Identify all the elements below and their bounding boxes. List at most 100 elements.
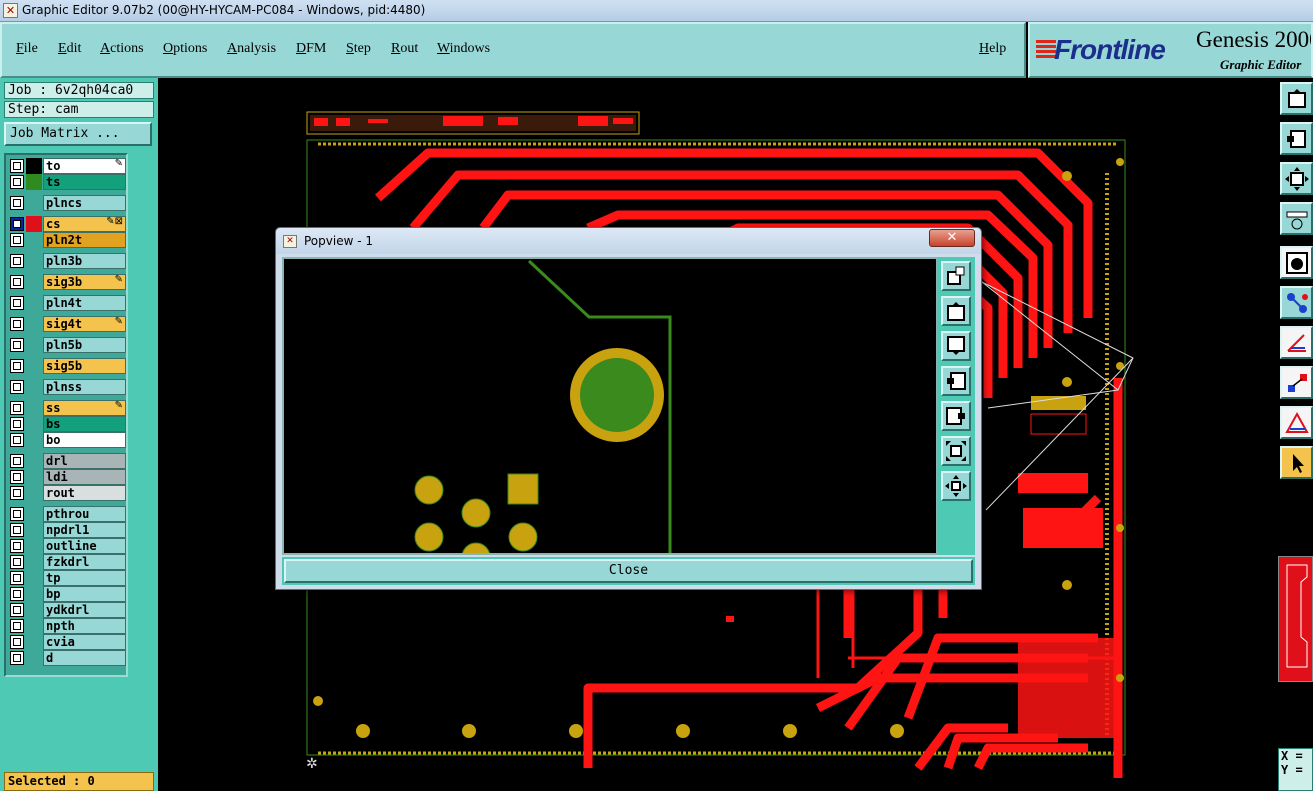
layer-row[interactable]: ydkdrl bbox=[8, 602, 126, 618]
popview-zoom-fit-icon[interactable] bbox=[941, 436, 971, 466]
layer-checkbox[interactable] bbox=[10, 470, 24, 484]
layer-checkbox[interactable] bbox=[10, 555, 24, 569]
layer-row[interactable]: npdrl1 bbox=[8, 522, 126, 538]
layer-checkbox[interactable] bbox=[10, 454, 24, 468]
layer-name[interactable]: bs bbox=[43, 416, 126, 432]
layer-checkbox[interactable] bbox=[10, 217, 24, 231]
layer-name[interactable]: plncs bbox=[43, 195, 126, 211]
menu-dfm[interactable]: DFM bbox=[296, 41, 326, 57]
layer-row[interactable]: pthrou bbox=[8, 506, 126, 522]
popview-left-icon[interactable] bbox=[941, 366, 971, 396]
menu-options[interactable]: Options bbox=[163, 41, 207, 57]
layer-name[interactable]: d bbox=[43, 650, 126, 666]
layer-row[interactable]: pln3b bbox=[8, 253, 126, 269]
layer-row[interactable]: ts bbox=[8, 174, 126, 190]
layer-row[interactable]: fzkdrl bbox=[8, 554, 126, 570]
layer-row[interactable]: plncs bbox=[8, 195, 126, 211]
menu-rout[interactable]: Rout bbox=[391, 41, 418, 57]
layer-row[interactable]: rout bbox=[8, 485, 126, 501]
layer-name[interactable]: npdrl1 bbox=[43, 522, 126, 538]
layer-name[interactable]: rout bbox=[43, 485, 126, 501]
layer-name[interactable]: tp bbox=[43, 570, 126, 586]
layer-row[interactable]: bs bbox=[8, 416, 126, 432]
layer-checkbox[interactable] bbox=[10, 619, 24, 633]
layer-name[interactable]: sig4t bbox=[43, 316, 126, 332]
layer-checkbox[interactable] bbox=[10, 359, 24, 373]
layer-checkbox[interactable] bbox=[10, 417, 24, 431]
layer-name[interactable]: sig5b bbox=[43, 358, 126, 374]
tool-move-icon[interactable] bbox=[1280, 366, 1313, 399]
layer-checkbox[interactable] bbox=[10, 296, 24, 310]
layer-name[interactable]: ydkdrl bbox=[43, 602, 126, 618]
tool-pad-icon[interactable] bbox=[1280, 246, 1313, 279]
layer-name[interactable]: sig3b bbox=[43, 274, 126, 290]
layer-row[interactable]: cvia bbox=[8, 634, 126, 650]
job-matrix-button[interactable]: Job Matrix ... bbox=[4, 122, 152, 146]
overview-minimap[interactable] bbox=[1278, 556, 1313, 682]
tool-angle-icon[interactable] bbox=[1280, 326, 1313, 359]
layer-checkbox[interactable] bbox=[10, 539, 24, 553]
layer-row[interactable]: cs ✎⊠ bbox=[8, 216, 126, 232]
tool-pointer-icon[interactable] bbox=[1280, 446, 1313, 479]
layer-row[interactable]: bp bbox=[8, 586, 126, 602]
layer-name[interactable]: ldi bbox=[43, 469, 126, 485]
layer-row[interactable]: pln5b bbox=[8, 337, 126, 353]
layer-color-swatch[interactable] bbox=[26, 158, 42, 174]
layer-name[interactable]: bo bbox=[43, 432, 126, 448]
tool-triangle-icon[interactable] bbox=[1280, 406, 1313, 439]
layer-checkbox[interactable] bbox=[10, 603, 24, 617]
layer-list-scrollbar[interactable] bbox=[128, 153, 154, 751]
layer-name[interactable]: fzkdrl bbox=[43, 554, 126, 570]
layer-checkbox[interactable] bbox=[10, 380, 24, 394]
popview-zoom-in-icon[interactable] bbox=[941, 261, 971, 291]
layer-name[interactable]: cvia bbox=[43, 634, 126, 650]
menu-edit[interactable]: Edit bbox=[58, 41, 81, 57]
tool-measure-icon[interactable] bbox=[1280, 202, 1313, 235]
layer-checkbox[interactable] bbox=[10, 651, 24, 665]
layer-row[interactable]: ss ✎ bbox=[8, 400, 126, 416]
layer-row[interactable]: tp bbox=[8, 570, 126, 586]
layer-name[interactable]: npth bbox=[43, 618, 126, 634]
layer-checkbox[interactable] bbox=[10, 401, 24, 415]
layer-row[interactable]: outline bbox=[8, 538, 126, 554]
layer-row[interactable]: pln2t bbox=[8, 232, 126, 248]
popview-close-x-button[interactable]: ✕ bbox=[929, 229, 975, 247]
menu-step[interactable]: Step bbox=[346, 41, 371, 57]
layer-checkbox[interactable] bbox=[10, 254, 24, 268]
popview-close-button[interactable]: Close bbox=[284, 559, 973, 583]
layer-name[interactable]: ts bbox=[43, 174, 126, 190]
layer-name[interactable]: outline bbox=[43, 538, 126, 554]
tool-net-icon[interactable] bbox=[1280, 286, 1313, 319]
layer-row[interactable]: npth bbox=[8, 618, 126, 634]
layer-name[interactable]: pthrou bbox=[43, 506, 126, 522]
layer-checkbox[interactable] bbox=[10, 523, 24, 537]
layer-checkbox[interactable] bbox=[10, 159, 24, 173]
popview-zoom-home-icon[interactable] bbox=[941, 471, 971, 501]
layer-checkbox[interactable] bbox=[10, 571, 24, 585]
layer-name[interactable]: to bbox=[43, 158, 126, 174]
layer-checkbox[interactable] bbox=[10, 338, 24, 352]
layer-checkbox[interactable] bbox=[10, 196, 24, 210]
layer-name[interactable]: pln4t bbox=[43, 295, 126, 311]
layer-name[interactable]: plnss bbox=[43, 379, 126, 395]
layer-checkbox[interactable] bbox=[10, 587, 24, 601]
layer-row[interactable]: sig5b bbox=[8, 358, 126, 374]
layer-row[interactable]: bo bbox=[8, 432, 126, 448]
layer-name[interactable]: pln3b bbox=[43, 253, 126, 269]
layer-checkbox[interactable] bbox=[10, 433, 24, 447]
layer-checkbox[interactable] bbox=[10, 635, 24, 649]
layer-name[interactable]: pln2t bbox=[43, 232, 126, 248]
tool-open-icon[interactable] bbox=[1280, 82, 1313, 115]
popview-titlebar[interactable]: ✕ Popview - 1 ✕ bbox=[276, 228, 981, 254]
menu-windows[interactable]: Windows bbox=[437, 41, 490, 57]
layer-checkbox[interactable] bbox=[10, 507, 24, 521]
popview-down-icon[interactable] bbox=[941, 331, 971, 361]
layer-checkbox[interactable] bbox=[10, 275, 24, 289]
layer-checkbox[interactable] bbox=[10, 175, 24, 189]
layer-color-swatch[interactable] bbox=[26, 216, 42, 232]
layer-row[interactable]: to ✎ bbox=[8, 158, 126, 174]
layer-row[interactable]: sig3b ✎ bbox=[8, 274, 126, 290]
menu-help[interactable]: Help bbox=[979, 41, 1006, 57]
tool-back-icon[interactable] bbox=[1280, 122, 1313, 155]
popview-right-icon[interactable] bbox=[941, 401, 971, 431]
